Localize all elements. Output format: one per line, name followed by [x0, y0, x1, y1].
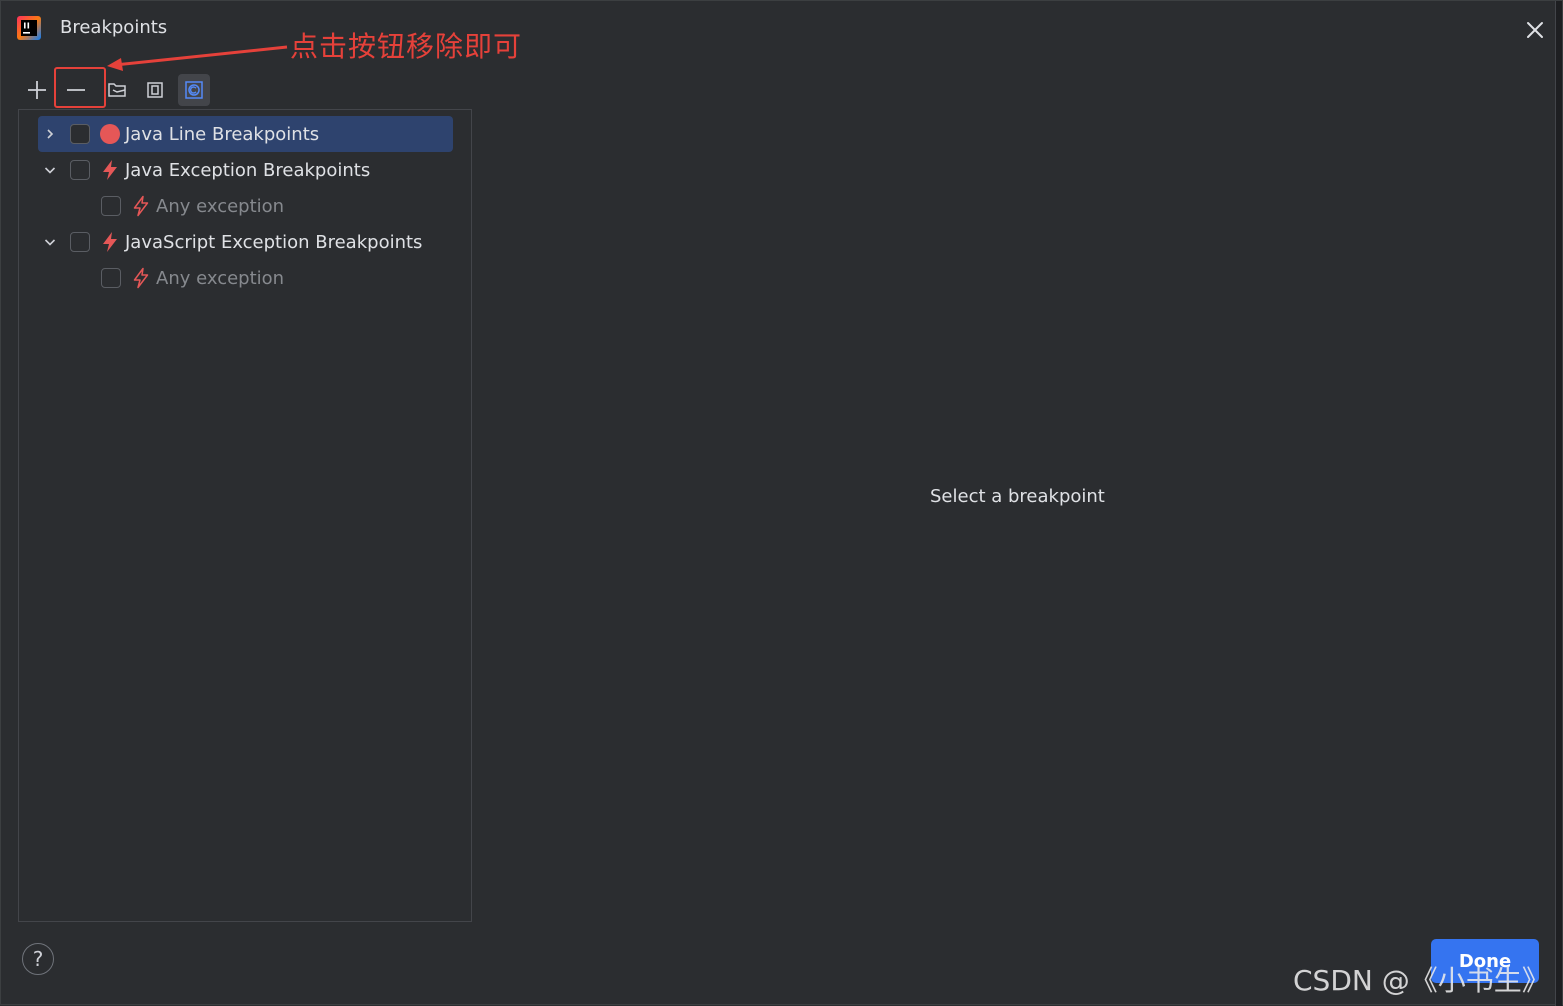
- checkbox[interactable]: [70, 160, 90, 180]
- breakpoints-tree[interactable]: Java Line Breakpoints Java Exception Bre…: [18, 109, 472, 922]
- window-title: Breakpoints: [60, 17, 168, 38]
- highlight-box: [54, 67, 106, 108]
- details-placeholder: Select a breakpoint: [930, 486, 1105, 507]
- arrow-annotation-icon: [107, 45, 288, 71]
- lightning-icon: [99, 159, 121, 181]
- tree-item-javascript-exception-breakpoints[interactable]: JavaScript Exception Breakpoints: [38, 224, 453, 260]
- tree-item-any-exception[interactable]: Any exception: [101, 260, 453, 296]
- tree-item-java-line-breakpoints[interactable]: Java Line Breakpoints: [38, 116, 453, 152]
- chevron-down-icon[interactable]: [38, 158, 62, 182]
- checkbox[interactable]: [101, 196, 121, 216]
- folder-icon: [108, 83, 126, 97]
- checkbox[interactable]: [70, 124, 90, 144]
- tree-item-label: JavaScript Exception Breakpoints: [125, 231, 423, 253]
- group-by-class-button[interactable]: [178, 74, 210, 106]
- package-icon: [147, 82, 163, 98]
- background-window-edge: [1555, 1, 1562, 1006]
- group-by-package-button[interactable]: [139, 74, 171, 106]
- help-icon: ?: [32, 947, 44, 971]
- watermark: CSDN @《小书生》: [1293, 964, 1550, 997]
- close-icon[interactable]: [1522, 17, 1548, 43]
- annotation-text: 点击按钮移除即可: [290, 30, 523, 63]
- chevron-down-icon[interactable]: [38, 230, 62, 254]
- tree-item-any-exception[interactable]: Any exception: [101, 188, 453, 224]
- class-icon: [185, 81, 203, 99]
- red-dot-icon: [99, 123, 121, 145]
- plus-icon: [28, 81, 46, 99]
- breakpoints-dialog: Breakpoints 点击按钮移除即可 Java Line Breakpoin…: [0, 0, 1563, 1006]
- tree-item-label: Any exception: [156, 195, 285, 217]
- lightning-outline-icon: [130, 195, 152, 217]
- add-button[interactable]: [21, 74, 53, 106]
- tree-item-label: Java Line Breakpoints: [125, 123, 320, 145]
- tree-item-label: Java Exception Breakpoints: [125, 159, 371, 181]
- lightning-outline-icon: [130, 267, 152, 289]
- intellij-idea-icon: [17, 16, 41, 40]
- tree-item-label: Any exception: [156, 267, 285, 289]
- help-button[interactable]: ?: [22, 943, 54, 975]
- chevron-right-icon[interactable]: [38, 122, 62, 146]
- checkbox[interactable]: [101, 268, 121, 288]
- checkbox[interactable]: [70, 232, 90, 252]
- lightning-icon: [99, 231, 121, 253]
- tree-item-java-exception-breakpoints[interactable]: Java Exception Breakpoints: [38, 152, 453, 188]
